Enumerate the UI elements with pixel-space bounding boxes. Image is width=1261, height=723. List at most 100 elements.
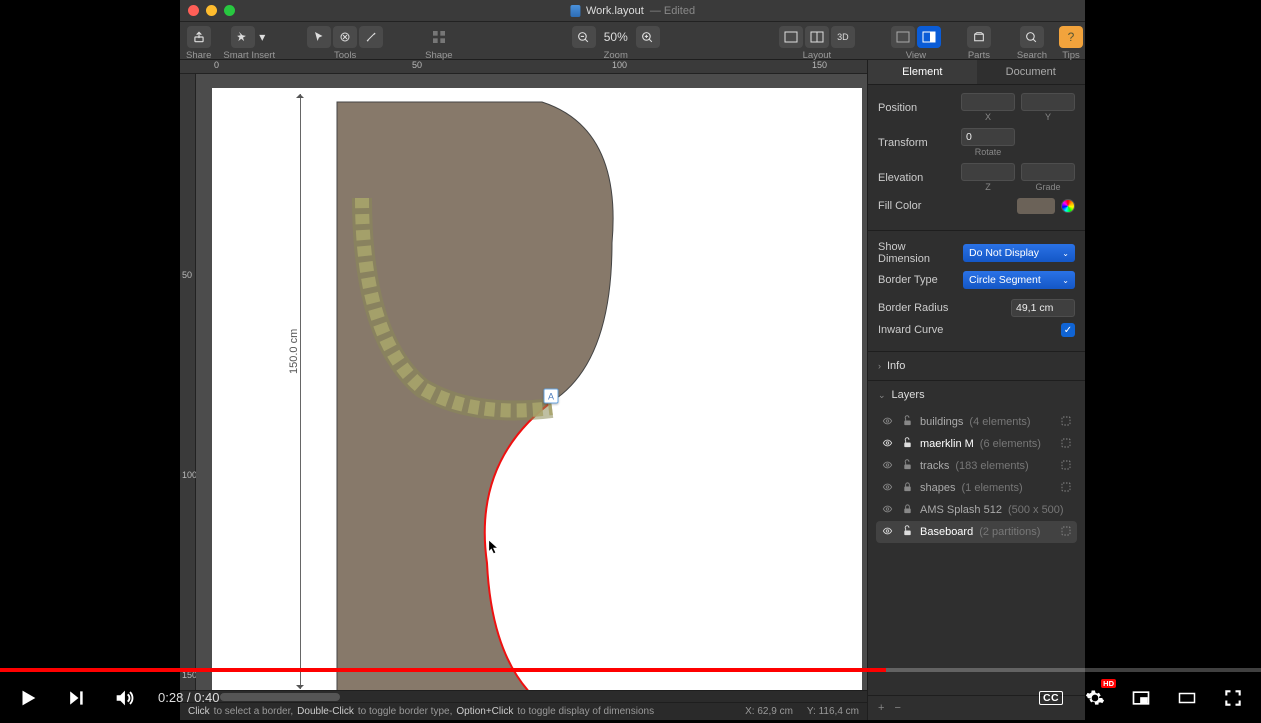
layer-row[interactable]: tracks (183 elements): [876, 455, 1077, 477]
title-bar: Work.layout — Edited: [180, 0, 1085, 22]
layers-section-header[interactable]: ⌄ Layers: [868, 380, 1085, 409]
edited-indicator: — Edited: [650, 5, 695, 17]
layer-name: shapes: [920, 482, 955, 494]
layer-row[interactable]: maerklin M (6 elements): [876, 433, 1077, 455]
hd-badge: HD: [1101, 679, 1116, 688]
cursor-icon: [488, 540, 498, 554]
window-zoom-icon[interactable]: [224, 5, 235, 16]
info-section-header[interactable]: › Info: [868, 351, 1085, 380]
share-button[interactable]: [187, 26, 211, 48]
visibility-icon[interactable]: [880, 504, 894, 517]
visibility-icon[interactable]: [880, 416, 894, 429]
ruler-vertical: 50 100 150: [180, 74, 196, 690]
document-icon: [570, 5, 580, 17]
lock-icon[interactable]: [900, 481, 914, 496]
fullscreen-button[interactable]: [1219, 684, 1247, 712]
chevron-down-icon: ⌄: [878, 390, 886, 401]
settings-button[interactable]: HD: [1081, 684, 1109, 712]
tool-measure[interactable]: [359, 26, 383, 48]
shape-grid-icon[interactable]: [427, 26, 451, 48]
visibility-icon[interactable]: [880, 460, 894, 473]
lock-icon[interactable]: [900, 503, 914, 518]
position-x-field[interactable]: [961, 93, 1015, 111]
next-button[interactable]: [62, 684, 90, 712]
tool-select[interactable]: [307, 26, 331, 48]
lock-icon[interactable]: [900, 437, 914, 452]
dimension-label: 150.0 cm: [288, 329, 300, 374]
fill-color-swatch[interactable]: [1017, 198, 1055, 214]
layer-count: (6 elements): [980, 438, 1041, 450]
window-minimize-icon[interactable]: [206, 5, 217, 16]
tool-delete[interactable]: [333, 26, 357, 48]
transform-label: Transform: [878, 137, 955, 149]
theater-button[interactable]: [1173, 684, 1201, 712]
lock-icon[interactable]: [900, 459, 914, 474]
chevron-down-icon: ⌄: [1062, 276, 1069, 285]
parts-button[interactable]: [967, 26, 991, 48]
position-y-field[interactable]: [1021, 93, 1075, 111]
chevron-down-icon: ⌄: [1062, 249, 1069, 258]
border-type-select[interactable]: Circle Segment⌄: [963, 271, 1075, 289]
zoom-out-button[interactable]: [572, 26, 596, 48]
color-picker-button[interactable]: [1061, 199, 1075, 213]
lock-icon[interactable]: [900, 415, 914, 430]
visibility-icon[interactable]: [880, 438, 894, 451]
layer-count: (500 x 500): [1008, 504, 1064, 516]
layer-name: buildings: [920, 416, 963, 428]
layout-2d-button[interactable]: [779, 26, 803, 48]
tab-element[interactable]: Element: [868, 60, 977, 84]
select-layer-icon[interactable]: [1059, 437, 1073, 452]
layer-count: (2 partitions): [979, 526, 1040, 538]
layout-split-button[interactable]: [805, 26, 829, 48]
select-layer-icon[interactable]: [1059, 415, 1073, 430]
view-inspector-button[interactable]: [917, 26, 941, 48]
select-layer-icon[interactable]: [1059, 459, 1073, 474]
canvas[interactable]: 150.0 cm A B: [196, 74, 867, 690]
layer-row[interactable]: buildings (4 elements): [876, 411, 1077, 433]
layer-row[interactable]: Baseboard (2 partitions): [876, 521, 1077, 543]
chevron-right-icon: ›: [878, 361, 881, 371]
border-radius-label: Border Radius: [878, 302, 1005, 314]
border-radius-field[interactable]: 49,1 cm: [1011, 299, 1075, 317]
show-dimension-select[interactable]: Do Not Display⌄: [963, 244, 1075, 262]
visibility-icon[interactable]: [880, 482, 894, 495]
volume-button[interactable]: [110, 684, 138, 712]
window-close-icon[interactable]: [188, 5, 199, 16]
zoom-value[interactable]: 50%: [598, 30, 634, 44]
ruler-horizontal: 0 50 100 150: [180, 60, 867, 74]
inward-curve-label: Inward Curve: [878, 324, 1055, 336]
baseboard-shape[interactable]: [212, 88, 862, 690]
select-layer-icon[interactable]: [1059, 481, 1073, 496]
border-type-label: Border Type: [878, 274, 957, 286]
play-button[interactable]: [14, 684, 42, 712]
smart-insert-button[interactable]: [231, 26, 255, 48]
inspector: Element Document Position X Y Transf: [867, 60, 1085, 720]
tips-button[interactable]: ?: [1059, 26, 1083, 48]
layer-count: (1 elements): [961, 482, 1022, 494]
show-dimension-label: Show Dimension: [878, 241, 957, 265]
zoom-in-button[interactable]: [636, 26, 660, 48]
visibility-icon[interactable]: [880, 526, 894, 539]
elevation-label: Elevation: [878, 172, 955, 184]
video-time: 0:28 / 0:40: [158, 690, 219, 705]
grade-field[interactable]: [1021, 163, 1075, 181]
layer-row[interactable]: AMS Splash 512 (500 x 500): [876, 499, 1077, 521]
tab-document[interactable]: Document: [977, 60, 1086, 84]
layer-count: (183 elements): [955, 460, 1028, 472]
dropdown-icon[interactable]: ▾: [257, 26, 267, 48]
inward-curve-checkbox[interactable]: ✓: [1061, 323, 1075, 337]
layer-row[interactable]: shapes (1 elements): [876, 477, 1077, 499]
layer-count: (4 elements): [969, 416, 1030, 428]
rotate-field[interactable]: 0: [961, 128, 1015, 146]
captions-button[interactable]: CC: [1039, 691, 1063, 705]
video-controls: 0:28 / 0:40 CC HD: [0, 672, 1261, 723]
anchor-a[interactable]: A: [544, 389, 559, 404]
elevation-z-field[interactable]: [961, 163, 1015, 181]
select-layer-icon[interactable]: [1059, 525, 1073, 540]
lock-icon[interactable]: [900, 525, 914, 540]
layout-3d-button[interactable]: 3D: [831, 26, 855, 48]
layer-name: AMS Splash 512: [920, 504, 1002, 516]
view-normal-button[interactable]: [891, 26, 915, 48]
search-button[interactable]: [1020, 26, 1044, 48]
miniplayer-button[interactable]: [1127, 684, 1155, 712]
